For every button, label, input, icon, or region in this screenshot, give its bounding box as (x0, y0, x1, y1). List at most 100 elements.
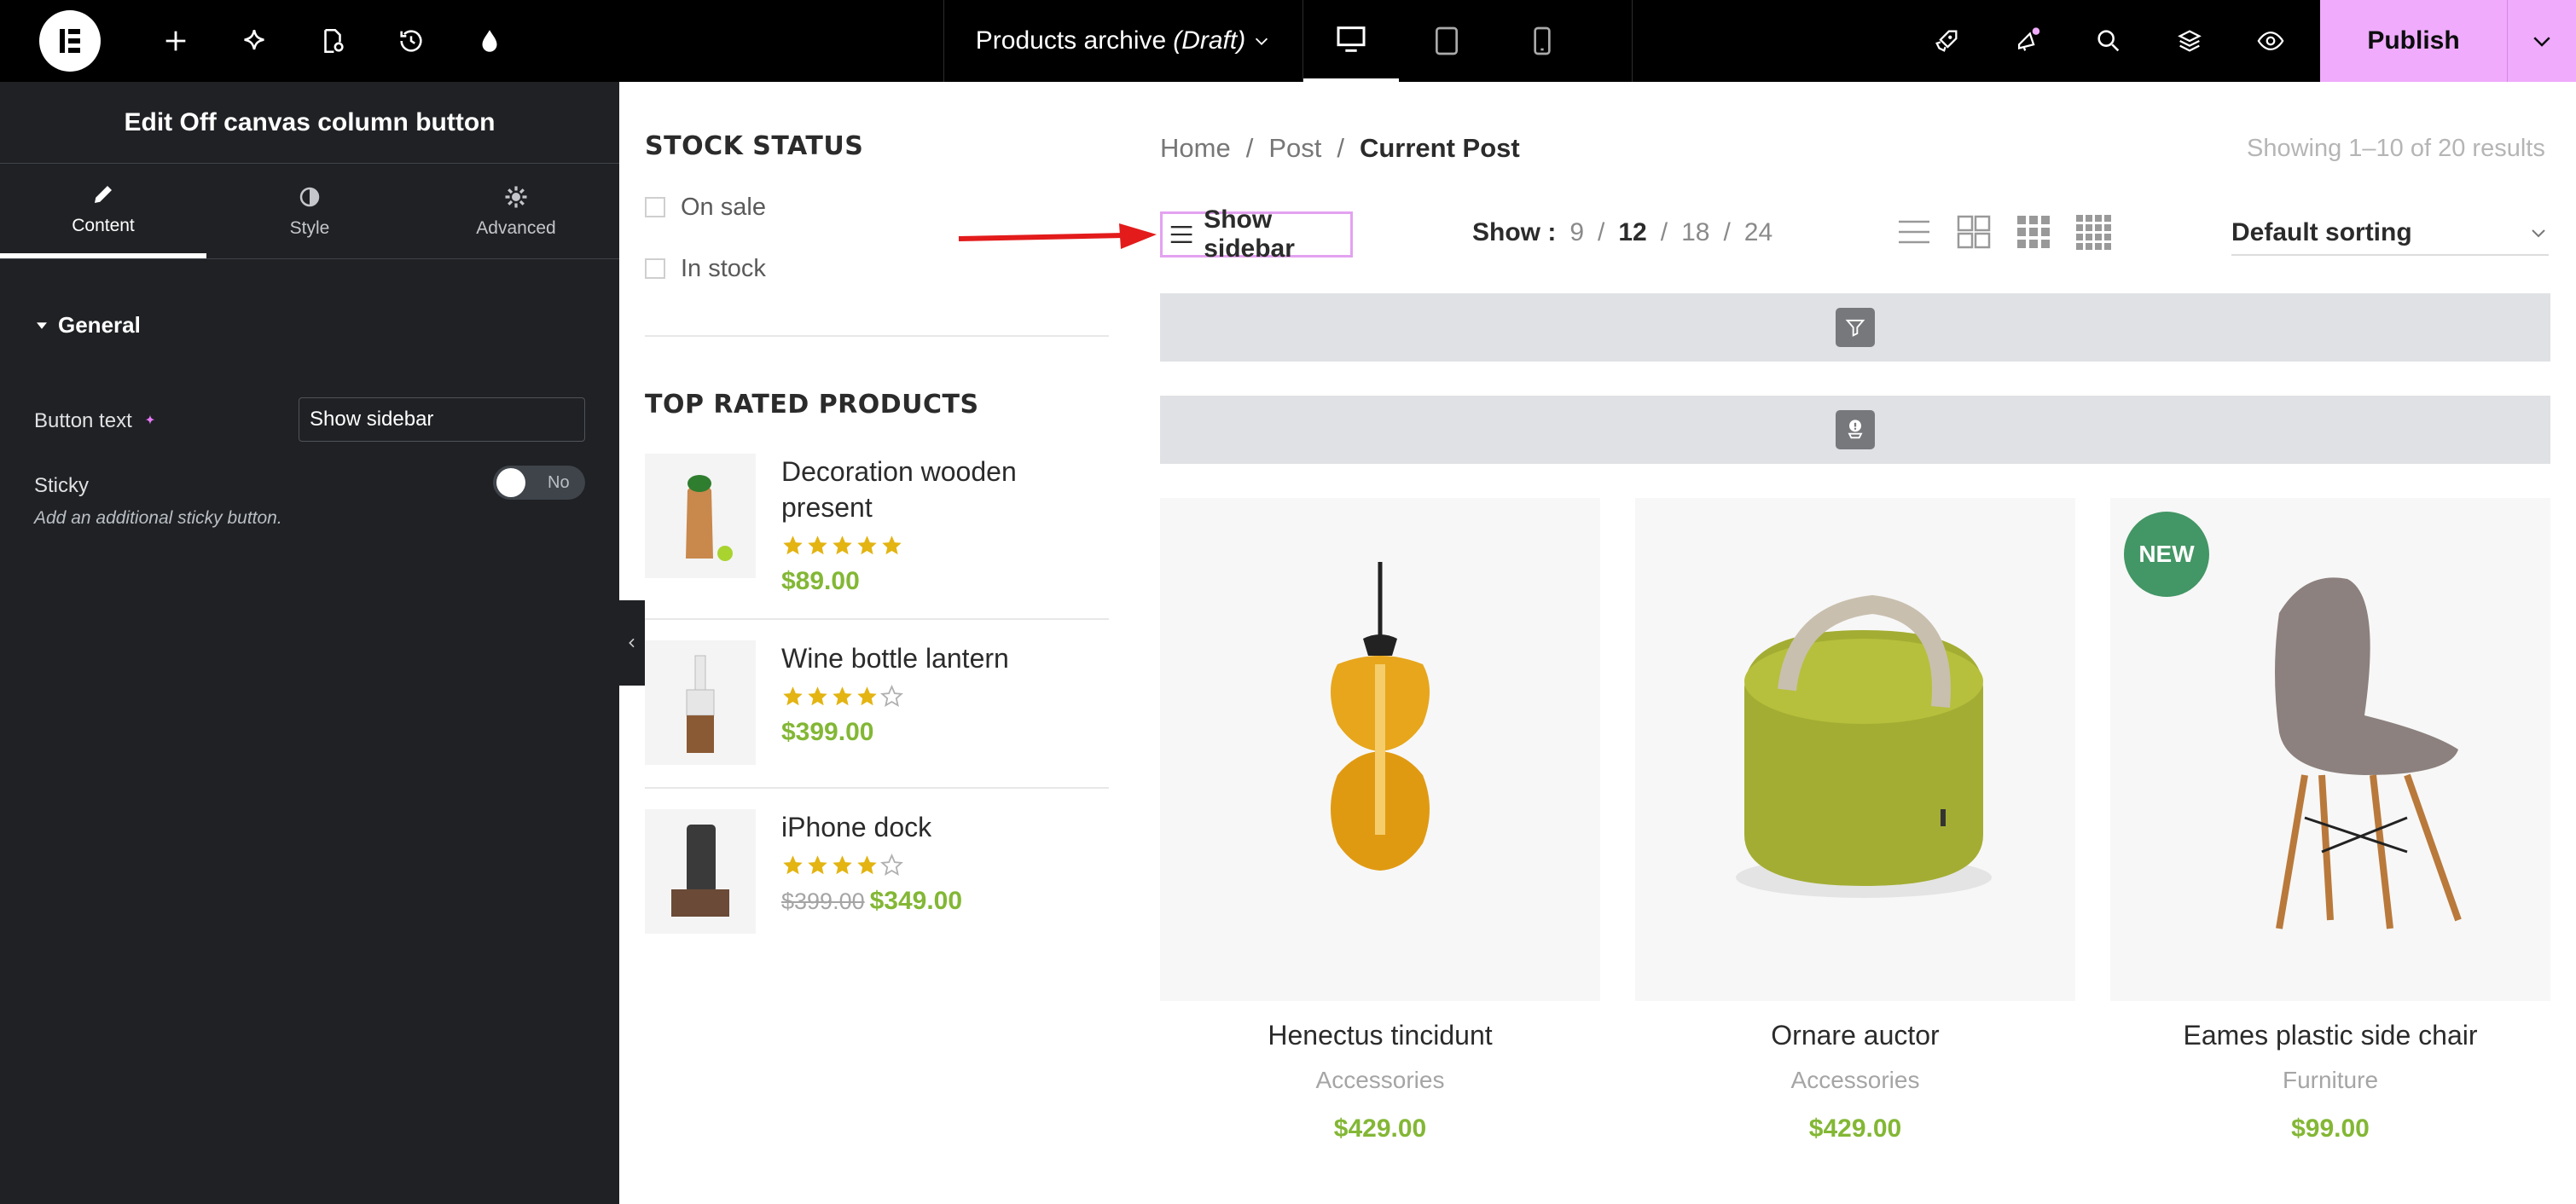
sticky-toggle-label: No (548, 472, 570, 492)
grid-3-icon[interactable] (2015, 213, 2052, 251)
product-card[interactable]: Ornare auctor Accessories $429.00 (1635, 498, 2075, 1143)
topbar-center-group: Products archive (Draft) (943, 0, 1633, 82)
per-page-18[interactable]: 18 (1681, 218, 1709, 247)
per-page-12[interactable]: 12 (1618, 218, 1646, 247)
button-text-input[interactable] (299, 397, 585, 442)
ai-button[interactable] (215, 0, 293, 82)
per-page-separator: / (1723, 218, 1731, 246)
structure-button[interactable] (2149, 0, 2230, 82)
section-general-title: General (58, 312, 141, 338)
publish-options-button[interactable] (2508, 0, 2576, 82)
filters-placeholder-bar[interactable] (1160, 293, 2550, 362)
editor-topbar: Products archive (Draft) Publish (0, 0, 2576, 82)
button-text-label-wrap: Button text (34, 409, 160, 433)
tablet-icon (1436, 26, 1458, 55)
top-rated-item[interactable]: Wine bottle lantern $399.00 (645, 620, 1109, 789)
chevron-down-icon (1256, 38, 1268, 45)
caret-down-icon (37, 321, 47, 329)
top-rated-item[interactable]: Decoration wooden present $89.00 (645, 433, 1109, 620)
product-image[interactable]: NEW (2110, 498, 2550, 1001)
breadcrumb-home[interactable]: Home (1160, 133, 1231, 164)
product-category[interactable]: Furniture (2110, 1067, 2550, 1094)
product-name[interactable]: Wine bottle lantern (781, 640, 1009, 676)
sorting-value: Default sorting (2231, 218, 2412, 246)
eames-chair-image (2275, 577, 2462, 929)
product-name[interactable]: iPhone dock (781, 809, 962, 845)
notices-placeholder-bar[interactable] (1160, 396, 2550, 464)
device-tablet-button[interactable] (1399, 0, 1494, 82)
per-page-9[interactable]: 9 (1569, 218, 1584, 247)
product-thumbnail[interactable] (645, 809, 756, 934)
product-name[interactable]: Henectus tincidunt (1160, 1020, 1600, 1051)
wooden-figure-image (686, 475, 733, 561)
ai-sparkle-icon[interactable] (141, 412, 160, 431)
search-button[interactable] (2068, 0, 2149, 82)
product-image[interactable] (1160, 498, 1600, 1001)
section-general-toggle[interactable]: General (0, 259, 619, 339)
document-title: Products archive (975, 26, 1167, 55)
product-name[interactable]: Decoration wooden present (781, 454, 1054, 525)
history-button[interactable] (372, 0, 450, 82)
page-settings-button[interactable] (293, 0, 372, 82)
tab-advanced[interactable]: Advanced (413, 164, 619, 258)
top-rated-item[interactable]: iPhone dock $399.00 $349.00 (645, 789, 1109, 956)
star-filled-icon (857, 686, 877, 706)
publish-button[interactable]: Publish (2320, 0, 2508, 82)
star-rating (781, 685, 1009, 708)
grid-4-icon[interactable] (2074, 213, 2112, 251)
document-title-dropdown[interactable]: Products archive (Draft) (943, 0, 1303, 82)
device-mobile-button[interactable] (1494, 0, 1590, 82)
add-element-button[interactable] (136, 0, 215, 82)
sorting-select[interactable]: Default sorting (2231, 211, 2549, 256)
breadcrumb-post[interactable]: Post (1268, 133, 1321, 164)
product-card[interactable]: Henectus tincidunt Accessories $429.00 (1160, 498, 1600, 1143)
per-page-24[interactable]: 24 (1744, 218, 1772, 247)
list-view-icon[interactable] (1895, 213, 1933, 251)
product-name[interactable]: Ornare auctor (1635, 1020, 2075, 1051)
notifications-button[interactable] (1987, 0, 2068, 82)
show-sidebar-button[interactable]: Show sidebar (1160, 205, 1353, 263)
current-price: $89.00 (781, 567, 860, 595)
old-price: $399.00 (781, 889, 865, 914)
breadcrumb: Home / Post / Current Post (1160, 133, 1520, 164)
tab-style[interactable]: Style (206, 164, 413, 258)
mobile-icon (1534, 26, 1551, 55)
chevron-left-icon (629, 638, 635, 648)
product-image[interactable] (1635, 498, 2075, 1001)
site-settings-button[interactable] (450, 0, 529, 82)
view-mode-switcher (1895, 213, 2112, 251)
filter-widget-badge (1836, 308, 1875, 347)
launchpad-button[interactable] (1906, 0, 1987, 82)
annotation-arrow (958, 223, 1157, 249)
star-filled-icon (783, 535, 803, 555)
publish-group: Publish (2320, 0, 2576, 82)
notifications-icon (2017, 27, 2039, 51)
top-rated-info: Wine bottle lantern $399.00 (781, 640, 1009, 765)
pendant-lamp-image (1331, 562, 1430, 871)
panel-collapse-button[interactable] (619, 600, 645, 686)
star-filled-icon (808, 686, 827, 706)
device-desktop-button[interactable] (1303, 0, 1399, 82)
sidebar-divider (645, 335, 1109, 337)
checkbox[interactable] (645, 197, 665, 217)
top-rated-title: TOP RATED PRODUCTS (645, 390, 979, 420)
editor-panel: Edit Off canvas column button Content St… (0, 82, 619, 1204)
sticky-toggle[interactable]: No (493, 466, 585, 500)
product-card[interactable]: NEW Eames plastic side chair Furniture $… (2110, 498, 2550, 1143)
iphone-dock-image (671, 825, 729, 917)
product-category[interactable]: Accessories (1635, 1067, 2075, 1094)
product-category[interactable]: Accessories (1160, 1067, 1600, 1094)
top-rated-list: Decoration wooden present $89.00 Wine bo… (645, 433, 1109, 956)
checkbox[interactable] (645, 258, 665, 279)
tab-content[interactable]: Content (0, 164, 206, 258)
star-filled-icon (783, 686, 803, 706)
preview-button[interactable] (2230, 0, 2311, 82)
grid-2-icon[interactable] (1955, 213, 1993, 251)
product-thumbnail[interactable] (645, 454, 756, 578)
tab-advanced-label: Advanced (476, 217, 556, 238)
elementor-logo[interactable] (39, 10, 101, 72)
product-price: $89.00 (781, 567, 1054, 596)
product-name[interactable]: Eames plastic side chair (2110, 1020, 2550, 1051)
star-filled-icon (833, 686, 852, 706)
product-thumbnail[interactable] (645, 640, 756, 765)
